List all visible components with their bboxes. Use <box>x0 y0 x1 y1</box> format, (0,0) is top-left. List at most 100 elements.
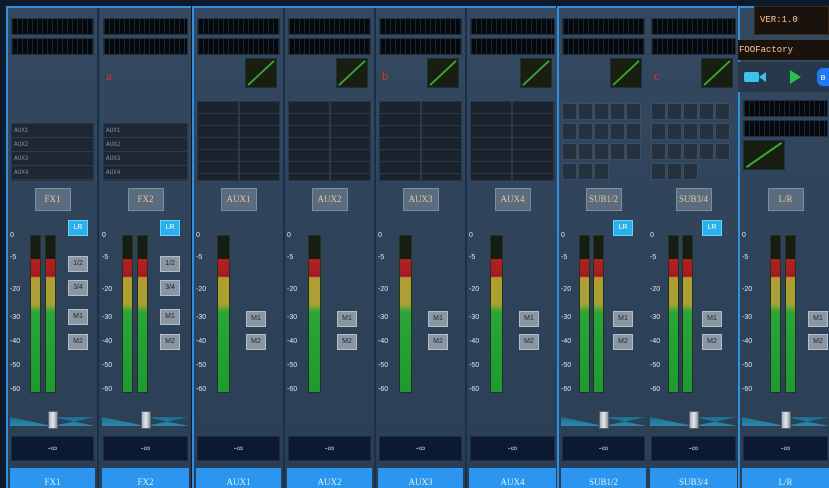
m1-assign-button[interactable]: M1 <box>428 311 448 327</box>
eq-curve-button[interactable] <box>245 58 277 88</box>
channel-select-button[interactable]: L/R <box>742 468 829 488</box>
fader-handle[interactable] <box>780 411 791 429</box>
level-meter-left <box>579 235 590 393</box>
scale-mark: -30 <box>650 314 661 321</box>
channel-select-button[interactable]: AUX4 <box>469 468 556 488</box>
marker-letter: c <box>654 68 660 83</box>
send-matrix <box>288 101 371 181</box>
channel-name-button[interactable]: L/R <box>767 188 804 211</box>
m2-assign-button[interactable]: M2 <box>808 334 828 350</box>
m2-assign-button[interactable]: M2 <box>519 334 539 350</box>
level-meter-right <box>45 235 56 393</box>
m1-assign-button[interactable]: M1 <box>246 311 266 327</box>
level-meter <box>490 235 503 393</box>
channel-name-button[interactable]: FX1 <box>34 188 71 211</box>
scale-mark: -5 <box>10 254 17 261</box>
scale-mark: -60 <box>287 386 298 393</box>
sub12-assign-button[interactable]: 1/2 <box>160 256 180 272</box>
channel-name-button[interactable]: AUX3 <box>402 188 439 211</box>
send-label: AUX3 <box>106 155 121 162</box>
sub34-assign-button[interactable]: 3/4 <box>160 280 180 296</box>
scale-mark: -40 <box>742 338 753 345</box>
lr-assign-button[interactable]: LR <box>160 220 180 236</box>
channel-name-button[interactable]: AUX1 <box>220 188 257 211</box>
sub34-assign-button[interactable]: 3/4 <box>68 280 88 296</box>
channel-display-top <box>197 18 280 35</box>
eq-curve-icon <box>338 60 366 86</box>
play-icon[interactable] <box>790 70 801 84</box>
channel-name-button[interactable]: AUX4 <box>494 188 531 211</box>
fader-handle[interactable] <box>688 411 699 429</box>
channel-strip-sub34: c SUB3/4 LR M1 M2 0 -5 -20 -30 -40 -50 -… <box>648 8 739 488</box>
m1-assign-button[interactable]: M1 <box>808 311 828 327</box>
eq-curve-button[interactable] <box>701 58 733 88</box>
scale-mark: -20 <box>469 286 480 293</box>
level-readout: -∞ <box>562 436 645 461</box>
meter-fill <box>123 259 132 392</box>
fader-handle[interactable] <box>47 411 58 429</box>
scale-mark: 0 <box>378 232 382 239</box>
m2-assign-button[interactable]: M2 <box>702 334 722 350</box>
scale-mark: -30 <box>102 314 113 321</box>
m1-assign-button[interactable]: M1 <box>68 309 88 325</box>
lr-assign-button[interactable]: LR <box>68 220 88 236</box>
m1-assign-button[interactable]: M1 <box>613 311 633 327</box>
eq-curve-button[interactable] <box>336 58 368 88</box>
bus-assign-grid <box>562 103 645 183</box>
scale-mark: 0 <box>102 232 106 239</box>
channel-display-bottom <box>11 38 94 55</box>
m2-assign-button[interactable]: M2 <box>68 334 88 350</box>
channel-strip-aux1: AUX1 M1 M2 0 -5 -20 -30 -40 -50 -60 -∞ A… <box>194 8 285 488</box>
preset-name[interactable]: FOOFactory <box>738 40 829 60</box>
m2-assign-button[interactable]: M2 <box>246 334 266 350</box>
channel-select-button[interactable]: FX2 <box>102 468 189 488</box>
channel-select-button[interactable]: FX1 <box>10 468 95 488</box>
scale-mark: -30 <box>196 314 207 321</box>
scale-mark: -40 <box>650 338 661 345</box>
channel-select-button[interactable]: SUB1/2 <box>561 468 646 488</box>
m1-assign-button[interactable]: M1 <box>702 311 722 327</box>
meter-fill <box>31 259 40 392</box>
fader-handle[interactable] <box>140 411 151 429</box>
m1-assign-button[interactable]: M1 <box>160 309 180 325</box>
channel-name-button[interactable]: SUB3/4 <box>675 188 712 211</box>
camera-icon[interactable] <box>744 71 766 83</box>
channel-select-button[interactable]: AUX2 <box>287 468 372 488</box>
scale-mark: -30 <box>561 314 572 321</box>
channel-select-button[interactable]: SUB3/4 <box>650 468 737 488</box>
m1-assign-button[interactable]: M1 <box>337 311 357 327</box>
lr-assign-button[interactable]: LR <box>702 220 722 236</box>
fader-handle[interactable] <box>598 411 609 429</box>
channel-select-button[interactable]: AUX3 <box>378 468 463 488</box>
send-label: AUX3 <box>14 155 29 162</box>
channel-name-button[interactable]: AUX2 <box>311 188 348 211</box>
channel-select-button[interactable]: AUX1 <box>196 468 281 488</box>
eq-curve-button[interactable] <box>427 58 459 88</box>
m2-assign-button[interactable]: M2 <box>613 334 633 350</box>
channel-display-top <box>651 18 736 35</box>
eq-curve-icon <box>247 60 275 86</box>
scale-mark: -20 <box>742 286 753 293</box>
scale-mark: 0 <box>742 232 746 239</box>
eq-curve-button[interactable] <box>520 58 552 88</box>
scale-mark: -50 <box>469 362 480 369</box>
scale-mark: -60 <box>469 386 480 393</box>
channel-name-button[interactable]: SUB1/2 <box>585 188 622 211</box>
m2-assign-button[interactable]: M2 <box>160 334 180 350</box>
meter-fill <box>580 259 589 392</box>
bluetooth-icon[interactable]: ʙ <box>817 68 829 86</box>
m1-assign-button[interactable]: M1 <box>519 311 539 327</box>
lr-assign-button[interactable]: LR <box>613 220 633 236</box>
scale-mark: -20 <box>378 286 389 293</box>
m2-assign-button[interactable]: M2 <box>337 334 357 350</box>
eq-curve-button[interactable] <box>610 58 642 88</box>
eq-curve-button[interactable] <box>743 140 785 170</box>
scale-mark: -60 <box>742 386 753 393</box>
m2-assign-button[interactable]: M2 <box>428 334 448 350</box>
meter-fill <box>309 259 320 392</box>
sub12-assign-button[interactable]: 1/2 <box>68 256 88 272</box>
scale-mark: -40 <box>561 338 572 345</box>
channel-name-button[interactable]: FX2 <box>127 188 164 211</box>
meter-fill <box>594 259 603 392</box>
channel-display-top <box>288 18 371 35</box>
